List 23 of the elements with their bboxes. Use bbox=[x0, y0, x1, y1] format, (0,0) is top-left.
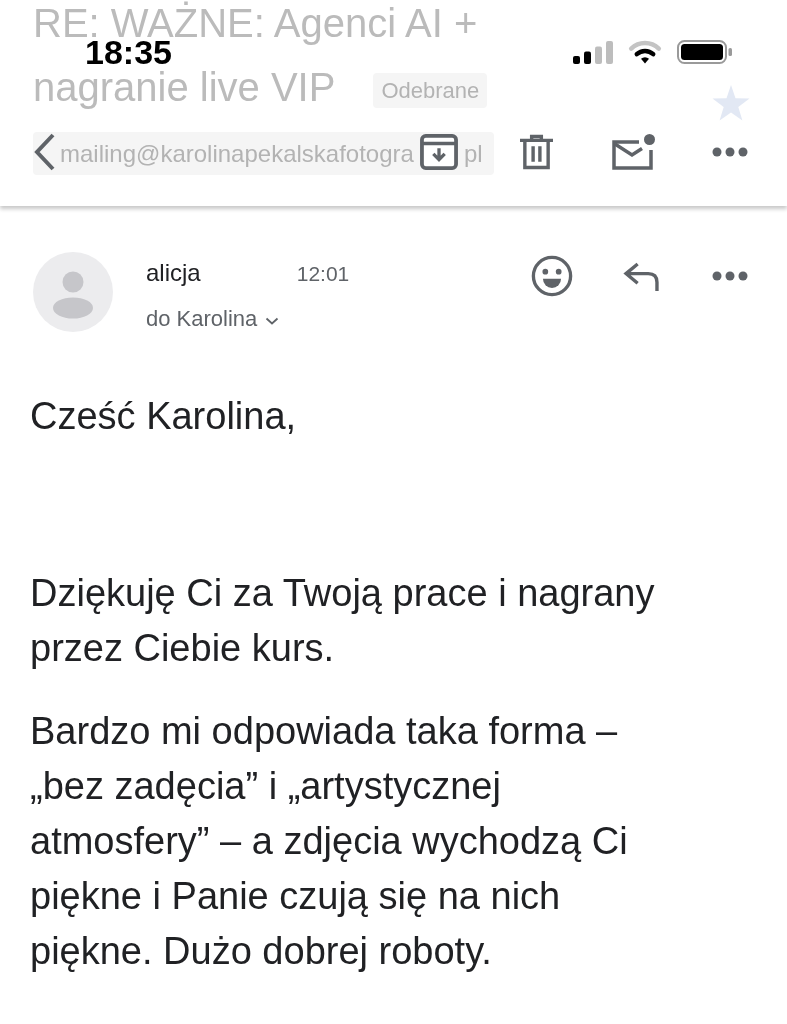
back-icon bbox=[32, 132, 56, 172]
subject-text: nagranie live VIP bbox=[33, 66, 336, 108]
star-icon bbox=[712, 85, 750, 121]
mail-dot-icon bbox=[611, 134, 655, 170]
sender-name: alicja bbox=[146, 258, 201, 288]
label-chip: Odebrane bbox=[373, 72, 488, 108]
more-icon bbox=[712, 147, 748, 157]
chevron-down-icon bbox=[265, 317, 280, 325]
body-paragraph: Bardzo mi odpowiada taka forma – „bez zadęcia” i „artystycznej atmosfery” – a zdjęcia wychodzą Ci piękne i Panie czują się na nich piękne. Dużo dobrej roboty. bbox=[30, 709, 629, 974]
avatar-icon bbox=[33, 252, 113, 332]
address-text: pl bbox=[463, 138, 483, 169]
message-time: 12:01 bbox=[296, 261, 350, 287]
battery-icon bbox=[677, 40, 733, 64]
more-icon bbox=[712, 271, 748, 281]
trash-icon bbox=[519, 134, 553, 170]
body-paragraph: Dziękuję Ci za Twoją prace i nagrany przez Ciebie kurs. bbox=[30, 571, 656, 671]
smiley-icon bbox=[531, 255, 573, 297]
recipients-button[interactable]: do Karolina bbox=[146, 304, 280, 334]
wifi-icon bbox=[628, 40, 662, 64]
greeting-text: Cześć Karolina, bbox=[30, 394, 298, 439]
reply-icon bbox=[622, 261, 660, 291]
signal-icon bbox=[573, 40, 613, 64]
address-text: mailing@karolinapekalskafotogra bbox=[60, 138, 414, 169]
